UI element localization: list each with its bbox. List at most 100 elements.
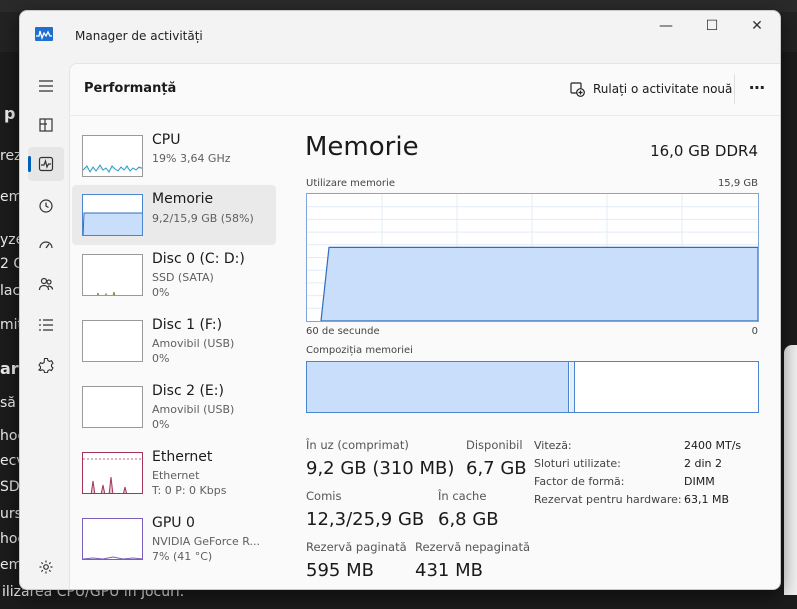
nav-app-history[interactable] — [28, 189, 64, 223]
page-title: Performanță — [84, 81, 177, 96]
run-new-task-button[interactable]: Rulați o activitate nouă — [570, 79, 732, 99]
available-value: 6,7 GB — [466, 458, 527, 479]
background-text: lac — [0, 283, 21, 299]
device-detail: NVIDIA GeForce R... — [152, 535, 261, 548]
nav-performance[interactable] — [28, 147, 64, 181]
graph-time-right: 0 — [751, 326, 758, 337]
in-use-value: 9,2 GB (310 MB) — [306, 458, 455, 479]
memory-usage-plot — [307, 194, 759, 322]
nav-users[interactable] — [28, 267, 64, 301]
detail-key: Factor de formă: — [534, 475, 625, 488]
users-icon — [38, 277, 54, 291]
hamburger-icon — [39, 80, 53, 92]
startup-icon — [39, 241, 53, 249]
history-icon — [39, 199, 53, 213]
minimize-button[interactable]: — — [643, 11, 689, 41]
run-task-label: Rulați o activitate nouă — [593, 82, 733, 96]
active-indicator — [28, 156, 31, 172]
detail-key: Viteză: — [534, 439, 572, 452]
ethernet-thumbnail-graph — [82, 452, 143, 494]
device-name: GPU 0 — [152, 515, 195, 531]
background-text: ar — [0, 359, 19, 378]
nav-settings[interactable] — [28, 550, 64, 584]
nonpaged-pool-label: Rezervă nepaginată — [415, 540, 530, 554]
device-throughput: T: 0 P: 0 Kbps — [152, 484, 227, 497]
detail-value: 63,1 MB — [684, 493, 730, 506]
details-icon — [39, 319, 53, 331]
device-name: CPU — [152, 132, 181, 148]
task-manager-app-icon — [35, 27, 53, 41]
graph-time-left: 60 de secunde — [306, 326, 380, 337]
performance-icon — [38, 156, 54, 172]
device-usage: 0% — [152, 352, 170, 365]
task-manager-window: Manager de activități — ☐ ✕ Performanță … — [19, 10, 781, 590]
device-detail: 9,2/15,9 GB (58%) — [152, 212, 254, 225]
background-side-panel — [784, 345, 797, 595]
memory-usage-graph — [306, 193, 759, 322]
device-detail: Amovibil (USB) — [152, 403, 235, 416]
processes-icon — [39, 118, 53, 132]
more-options-button[interactable]: ⋯ — [749, 78, 766, 97]
device-cpu[interactable]: CPU 19% 3,64 GHz — [72, 126, 276, 186]
detail-key: Rezervat pentru hardware: — [534, 493, 682, 506]
usage-graph-max: 15,9 GB — [717, 178, 758, 189]
disk0-thumbnail-graph — [82, 254, 143, 296]
nav-startup[interactable] — [28, 228, 64, 262]
detail-key: Sloturi utilizate: — [534, 457, 621, 470]
device-gpu-0[interactable]: GPU 0 NVIDIA GeForce R... 7% (41 °C) — [72, 509, 276, 569]
composition-in-use — [307, 362, 569, 412]
memory-composition-bar — [306, 361, 759, 413]
device-disk-0[interactable]: Disc 0 (C: D:) SSD (SATA) 0% — [72, 245, 276, 305]
nav-services[interactable] — [28, 348, 64, 382]
in-use-label: În uz (comprimat) — [306, 438, 409, 452]
composition-modified — [570, 362, 575, 412]
device-name: Disc 0 (C: D:) — [152, 251, 245, 267]
device-detail: Ethernet — [152, 469, 200, 482]
committed-value: 12,3/25,9 GB — [306, 509, 425, 530]
device-memory[interactable]: Memorie 9,2/15,9 GB (58%) — [72, 185, 276, 245]
device-usage: 0% — [152, 286, 170, 299]
memory-title: Memorie — [305, 132, 419, 162]
header-separator — [70, 115, 780, 116]
nav-details[interactable] — [28, 308, 64, 342]
run-task-icon — [570, 81, 585, 97]
cpu-thumbnail-graph — [82, 135, 143, 177]
background-text: să — [0, 395, 16, 411]
background-text: p — [4, 104, 16, 123]
memory-thumbnail-graph — [82, 194, 143, 236]
detail-value: 2400 MT/s — [684, 439, 742, 452]
device-name: Ethernet — [152, 449, 213, 465]
nav-processes[interactable] — [28, 108, 64, 142]
disk1-thumbnail-graph — [82, 320, 143, 362]
disk2-thumbnail-graph — [82, 386, 143, 428]
close-button[interactable]: ✕ — [734, 11, 780, 41]
cached-label: În cache — [438, 489, 487, 503]
nonpaged-pool-value: 431 MB — [415, 560, 483, 581]
available-label: Disponibil — [466, 438, 523, 452]
device-disk-2[interactable]: Disc 2 (E:) Amovibil (USB) 0% — [72, 377, 276, 437]
title-bar[interactable]: Manager de activități — ☐ ✕ — [20, 11, 780, 61]
detail-value: 2 din 2 — [684, 457, 723, 470]
paged-pool-value: 595 MB — [306, 560, 374, 581]
device-name: Disc 2 (E:) — [152, 383, 224, 399]
memory-spec: 16,0 GB DDR4 — [650, 142, 758, 160]
composition-label: Compoziția memoriei — [306, 345, 413, 356]
gpu-thumbnail-graph — [82, 518, 143, 560]
hamburger-menu-button[interactable] — [28, 69, 64, 103]
settings-icon — [39, 560, 53, 574]
cached-value: 6,8 GB — [438, 509, 499, 530]
device-name: Memorie — [152, 191, 214, 207]
performance-page: Performanță Rulați o activitate nouă ⋯ C… — [69, 63, 780, 589]
device-usage: 0% — [152, 418, 170, 431]
committed-label: Comis — [306, 489, 342, 503]
header-divider — [734, 74, 735, 104]
detail-value: DIMM — [684, 475, 715, 488]
device-disk-1[interactable]: Disc 1 (F:) Amovibil (USB) 0% — [72, 311, 276, 371]
services-icon — [38, 357, 54, 373]
device-usage: 7% (41 °C) — [152, 550, 213, 563]
paged-pool-label: Rezervă paginată — [306, 540, 407, 554]
device-detail: 19% 3,64 GHz — [152, 152, 231, 165]
device-ethernet[interactable]: Ethernet Ethernet T: 0 P: 0 Kbps — [72, 443, 276, 503]
device-detail: Amovibil (USB) — [152, 337, 235, 350]
maximize-button[interactable]: ☐ — [689, 11, 735, 41]
